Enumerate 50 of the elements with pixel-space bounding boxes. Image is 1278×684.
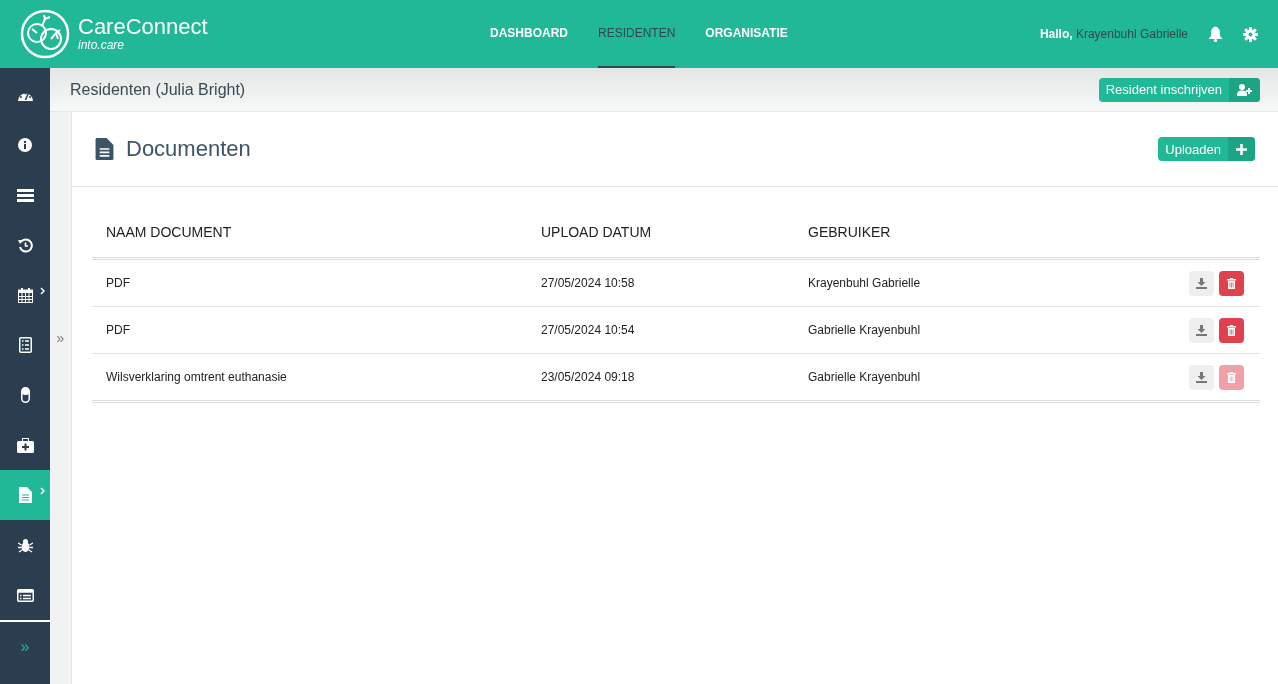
calendar-icon	[17, 287, 33, 303]
nav-tab[interactable]: ORGANISATIE	[705, 0, 788, 68]
chevron-right-icon	[40, 487, 45, 495]
upload-button[interactable]: Uploaden	[1158, 137, 1255, 161]
download-icon	[1196, 371, 1207, 383]
table-cell: 23/05/2024 09:18	[527, 353, 794, 402]
trash-icon	[1227, 277, 1236, 289]
expand-sidebar-button[interactable]: »	[0, 622, 50, 672]
add-user-icon	[1237, 83, 1252, 96]
id-card-icon	[16, 588, 34, 602]
chevron-right-icon	[40, 287, 45, 295]
column-header: GEBRUIKER	[794, 207, 1074, 259]
nav-tab[interactable]: DASHBOARD	[490, 0, 568, 68]
download-icon	[1196, 277, 1207, 289]
register-resident-button[interactable]: Resident inschrijven	[1098, 77, 1260, 102]
trash-icon	[1227, 324, 1236, 336]
delete-button[interactable]	[1219, 317, 1244, 343]
brand-tagline: into.care	[78, 38, 126, 52]
download-button[interactable]	[1189, 317, 1214, 343]
download-button[interactable]	[1189, 270, 1214, 296]
bug-icon	[17, 537, 33, 553]
list-icon	[16, 188, 34, 202]
plus-icon	[1236, 143, 1247, 155]
table-cell: PDF	[92, 258, 527, 307]
page-title: Residenten (Julia Bright)	[70, 80, 246, 99]
table-cell: Krayenbuhl Gabrielle	[794, 258, 1074, 307]
first-aid-kit-icon	[16, 437, 34, 453]
table-cell: Gabrielle Krayenbuhl	[794, 353, 1074, 402]
user-greeting: Hallo, Krayenbuhl Gabrielle	[1039, 27, 1188, 41]
tree-logo-icon	[20, 9, 70, 59]
table-cell: Gabrielle Krayenbuhl	[794, 306, 1074, 354]
table-cell: PDF	[92, 306, 527, 354]
document-icon	[95, 138, 114, 160]
expand-panel-button[interactable]: »	[50, 112, 72, 684]
table-cell: 27/05/2024 10:54	[527, 306, 794, 354]
checklist-icon	[18, 337, 32, 353]
download-button[interactable]	[1189, 364, 1214, 390]
delete-button[interactable]	[1219, 270, 1244, 296]
brand-name: CareConnect	[78, 16, 208, 38]
table-cell: Wilsverklaring omtrent euthanasie	[92, 353, 527, 402]
section-title: Documenten	[126, 136, 251, 162]
info-icon	[18, 138, 32, 152]
download-icon	[1196, 324, 1207, 336]
history-icon	[17, 237, 33, 253]
trash-icon	[1227, 371, 1236, 383]
capsule-icon	[20, 387, 30, 403]
table-cell: 27/05/2024 10:58	[527, 258, 794, 307]
column-header: NAAM DOCUMENT	[92, 207, 527, 259]
column-header: UPLOAD DATUM	[527, 207, 794, 259]
document-icon	[18, 487, 32, 503]
